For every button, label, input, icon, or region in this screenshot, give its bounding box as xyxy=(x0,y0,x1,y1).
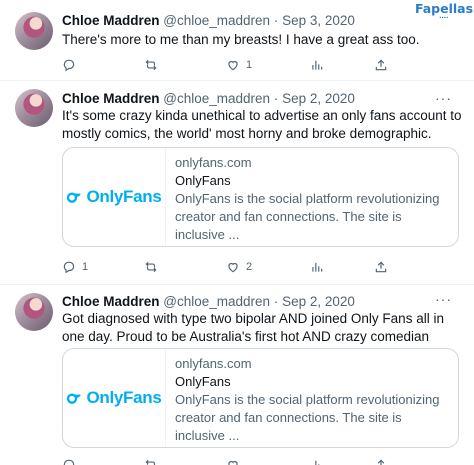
card-title: OnlyFans xyxy=(175,173,231,188)
tweet-text: Got diagnosed with type two bipolar AND … xyxy=(62,311,444,344)
like-count: 2 xyxy=(246,261,253,273)
author-name[interactable]: Chloe Maddren xyxy=(62,91,160,106)
card-description: OnlyFans is the social platform revoluti… xyxy=(175,191,440,242)
share-button[interactable] xyxy=(374,259,388,275)
tweet-actions xyxy=(62,457,402,465)
tweet-header: Chloe Maddren @chloe_maddren · Sep 2, 20… xyxy=(62,90,355,107)
author-handle[interactable]: @chloe_maddren xyxy=(163,91,270,106)
reply-icon xyxy=(63,459,75,465)
views-icon xyxy=(312,460,320,465)
like-icon xyxy=(228,60,238,71)
retweet-button[interactable] xyxy=(144,57,164,73)
card-title: OnlyFans xyxy=(175,374,231,389)
views-button[interactable] xyxy=(310,457,330,465)
reply-icon xyxy=(63,261,75,274)
card-logo-text: OnlyFans xyxy=(86,187,162,206)
share-button[interactable] xyxy=(374,457,388,465)
tweet-actions: 1 xyxy=(62,57,402,73)
reply-button[interactable]: 1 xyxy=(62,259,88,275)
tweet-text: It's some crazy kinda unethical to adver… xyxy=(62,108,462,141)
retweet-icon xyxy=(145,261,157,273)
tweet[interactable]: Chloe Maddren @chloe_maddren · Sep 3, 20… xyxy=(0,0,474,81)
watermark: Fapellas ▪▪▪▪ xyxy=(414,0,474,22)
like-count: 1 xyxy=(246,59,253,71)
tweet-date[interactable]: Sep 2, 2020 xyxy=(282,91,355,106)
retweet-icon xyxy=(145,59,157,71)
watermark-sub-mark: ▪▪▪▪ xyxy=(439,15,449,21)
tweet-text: There's more to me than my breasts! I ha… xyxy=(62,32,420,47)
tweet-actions: 1 2 xyxy=(62,259,402,275)
share-icon xyxy=(375,59,387,71)
views-button[interactable] xyxy=(310,259,330,275)
author-name[interactable]: Chloe Maddren xyxy=(62,13,160,28)
tweet-header: Chloe Maddren @chloe_maddren · Sep 2, 20… xyxy=(62,293,355,310)
reply-button[interactable] xyxy=(62,457,82,465)
card-logo: OnlyFans xyxy=(63,148,166,246)
card-description: OnlyFans is the social platform revoluti… xyxy=(175,392,440,443)
avatar[interactable] xyxy=(15,89,53,127)
card-logo: OnlyFans xyxy=(63,349,166,447)
reply-count: 1 xyxy=(82,261,89,273)
like-button[interactable]: 1 xyxy=(226,57,252,73)
link-card[interactable]: OnlyFans onlyfans.com OnlyFans OnlyFans … xyxy=(62,147,459,247)
card-domain: onlyfans.com xyxy=(175,155,252,170)
card-domain: onlyfans.com xyxy=(175,356,252,371)
share-icon xyxy=(377,459,385,465)
more-icon[interactable]: ··· xyxy=(435,292,452,306)
views-icon xyxy=(312,60,323,70)
tweet-date[interactable]: Sep 2, 2020 xyxy=(282,294,355,309)
like-button[interactable]: 2 xyxy=(226,259,252,275)
avatar[interactable] xyxy=(15,12,53,50)
tweet-header: Chloe Maddren @chloe_maddren · Sep 3, 20… xyxy=(62,12,355,29)
card-logo-text: OnlyFans xyxy=(86,388,162,407)
like-icon xyxy=(228,262,238,273)
onlyfans-logo-icon xyxy=(67,192,82,203)
author-handle[interactable]: @chloe_maddren xyxy=(163,13,270,28)
tweet-date[interactable]: Sep 3, 2020 xyxy=(282,13,355,28)
separator-dot: · xyxy=(273,294,279,309)
reply-button[interactable] xyxy=(62,57,82,73)
reply-icon xyxy=(63,59,75,72)
watermark-text: Fapellas xyxy=(414,1,474,16)
separator-dot: · xyxy=(273,13,279,28)
retweet-button[interactable] xyxy=(144,259,164,275)
retweet-icon xyxy=(145,459,156,465)
avatar[interactable] xyxy=(15,293,53,331)
views-icon xyxy=(312,262,323,272)
like-button[interactable] xyxy=(226,457,246,465)
like-icon xyxy=(228,460,238,465)
author-name[interactable]: Chloe Maddren xyxy=(62,294,160,309)
more-icon[interactable]: ··· xyxy=(435,91,452,105)
author-handle[interactable]: @chloe_maddren xyxy=(163,294,270,309)
card-body: onlyfans.com OnlyFans OnlyFans is the so… xyxy=(175,355,450,445)
share-button[interactable] xyxy=(374,57,388,73)
tweet[interactable]: Chloe Maddren @chloe_maddren · Sep 2, 20… xyxy=(0,81,474,285)
retweet-button[interactable] xyxy=(144,457,164,465)
tweet[interactable]: Chloe Maddren @chloe_maddren · Sep 2, 20… xyxy=(0,285,474,465)
card-body: onlyfans.com OnlyFans OnlyFans is the so… xyxy=(175,154,450,244)
views-button[interactable] xyxy=(310,57,330,73)
share-icon xyxy=(375,261,387,273)
separator-dot: · xyxy=(273,91,279,106)
link-card[interactable]: OnlyFans onlyfans.com OnlyFans OnlyFans … xyxy=(62,348,459,448)
onlyfans-logo-icon xyxy=(67,393,82,404)
